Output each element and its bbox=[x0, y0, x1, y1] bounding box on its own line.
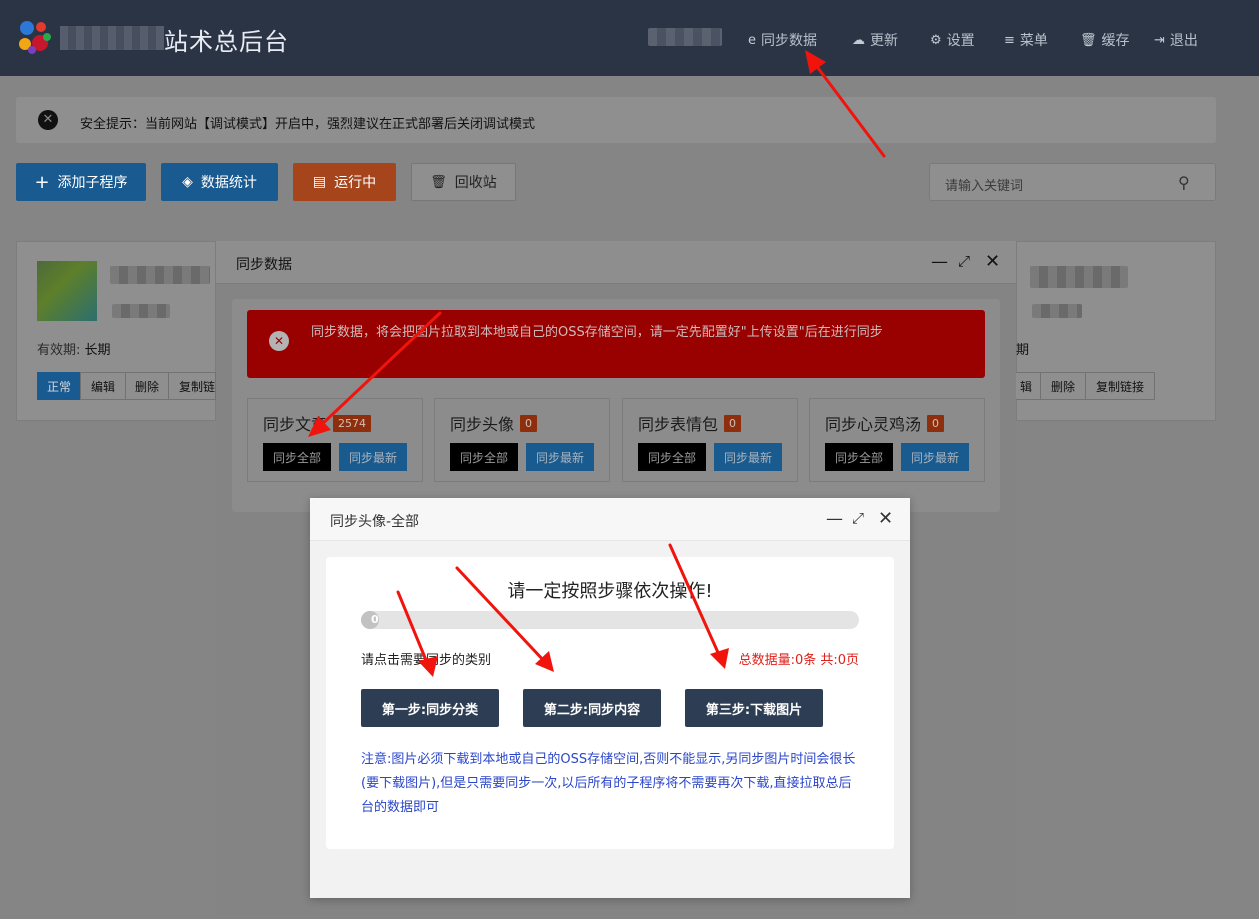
annotation-arrowhead bbox=[805, 50, 826, 74]
annotation-arrow bbox=[316, 311, 442, 430]
annotation-arrow bbox=[668, 543, 722, 659]
annotation-arrow bbox=[455, 566, 547, 664]
annotation-arrows bbox=[308, 50, 886, 677]
annotation-arrow bbox=[810, 58, 886, 158]
annotation-arrowhead bbox=[418, 656, 438, 677]
annotation-arrowhead bbox=[710, 648, 729, 669]
annotation-arrow bbox=[396, 590, 430, 667]
